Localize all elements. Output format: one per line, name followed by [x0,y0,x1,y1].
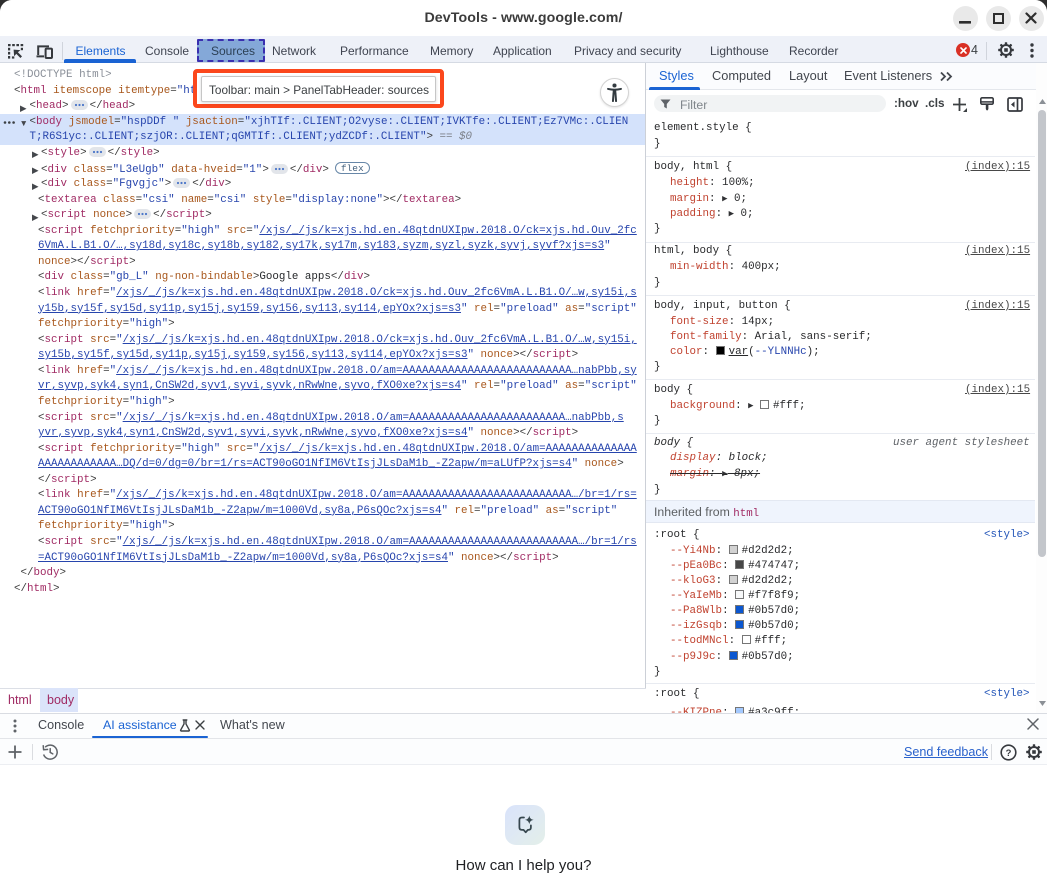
svg-text:?: ? [1006,748,1012,759]
